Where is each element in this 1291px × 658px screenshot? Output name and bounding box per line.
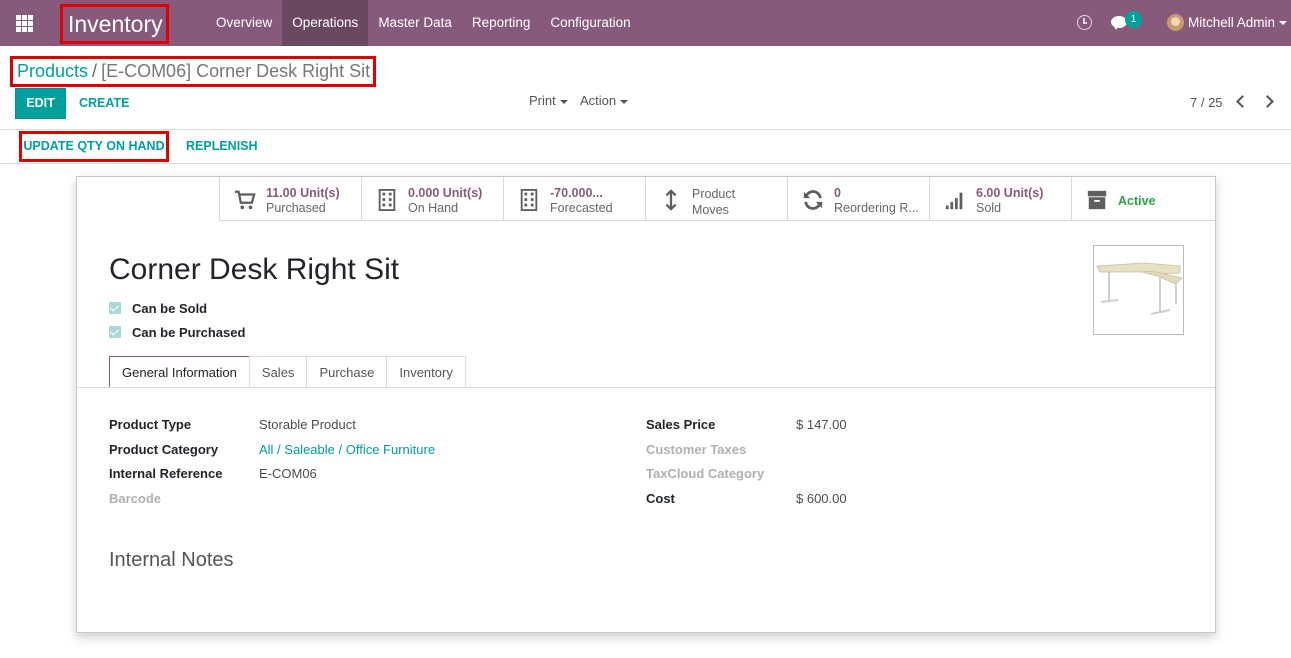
menu-reporting[interactable]: Reporting — [462, 0, 541, 46]
can-be-purchased-label: Can be Purchased — [132, 324, 246, 340]
product-category-label: Product Category — [109, 442, 219, 457]
create-button[interactable]: CREATE — [79, 88, 129, 119]
cost-label: Cost — [646, 491, 675, 506]
menu-operations[interactable]: Operations — [282, 0, 369, 46]
pager-next-icon[interactable] — [1261, 95, 1274, 108]
building-icon — [520, 189, 538, 211]
breadcrumb-current: [E-COM06] Corner Desk Right Sit — [101, 61, 371, 81]
cart-icon — [234, 190, 256, 210]
internal-reference-value[interactable]: E-COM06 — [259, 466, 317, 481]
caret-down-icon — [620, 99, 629, 104]
print-dropdown[interactable]: Print — [529, 92, 568, 109]
product-type-label: Product Type — [109, 417, 192, 432]
product-category-link[interactable]: All / Saleable / Office Furniture — [259, 442, 435, 457]
cost-value[interactable]: $ 600.00 — [796, 491, 847, 506]
main-menu: Overview Operations Master Data Reportin… — [206, 0, 641, 46]
barcode-label: Barcode — [109, 491, 162, 506]
sold-value: 6.00 Unit(s) — [976, 186, 1044, 200]
edit-button[interactable]: EDIT — [15, 88, 66, 119]
product-image[interactable] — [1093, 245, 1184, 335]
on-hand-value: 0.000 Unit(s) — [408, 186, 483, 200]
menu-master-data[interactable]: Master Data — [368, 0, 462, 46]
corner-desk-image — [1096, 262, 1183, 315]
pager-value[interactable]: 7 / 25 — [1190, 95, 1223, 110]
action-dropdown[interactable]: Action — [580, 92, 629, 109]
product-moves-label: Product Moves — [692, 186, 735, 218]
top-navbar: Inventory Overview Operations Master Dat… — [0, 0, 1291, 46]
tab-sales[interactable]: Sales — [248, 356, 308, 388]
active-label: Active — [1118, 194, 1156, 208]
smart-button-box: 11.00 Unit(s) Purchased 0.000 Unit(s) On… — [219, 177, 1216, 221]
building-icon — [378, 189, 396, 211]
breadcrumb-separator: / — [92, 61, 98, 81]
can-be-sold-row: Can be Sold — [109, 299, 207, 317]
breadcrumb: Products / [E-COM06] Corner Desk Right Sit — [10, 56, 376, 87]
menu-configuration[interactable]: Configuration — [540, 0, 640, 46]
divider — [0, 163, 1291, 164]
product-moves-smart-button[interactable]: Product Moves — [645, 177, 787, 220]
can-be-purchased-checkbox[interactable] — [109, 326, 121, 338]
product-type-value[interactable]: Storable Product — [259, 417, 356, 432]
customer-taxes-label: Customer Taxes — [646, 442, 747, 457]
product-moves-line2: Moves — [692, 203, 729, 217]
purchased-label: Purchased — [266, 201, 326, 215]
sold-label: Sold — [976, 201, 1002, 215]
sold-smart-button[interactable]: 6.00 Unit(s) Sold — [929, 177, 1071, 220]
product-moves-line1: Product — [692, 187, 736, 201]
user-name: Mitchell Admin — [1188, 15, 1276, 30]
taxcloud-category-label: TaxCloud Category — [646, 466, 765, 481]
can-be-sold-checkbox[interactable] — [109, 302, 121, 314]
divider — [0, 129, 1291, 130]
pager-previous-icon[interactable] — [1236, 95, 1249, 108]
activity-clock-icon[interactable] — [1077, 15, 1092, 30]
refresh-icon — [803, 190, 823, 210]
forecasted-smart-button[interactable]: -70.000... Forecasted — [503, 177, 645, 220]
replenish-button[interactable]: REPLENISH — [186, 131, 258, 162]
internal-reference-label: Internal Reference — [109, 466, 223, 481]
print-label: Print — [529, 93, 556, 108]
menu-overview[interactable]: Overview — [206, 0, 282, 46]
tab-divider — [77, 387, 1215, 388]
tab-purchase[interactable]: Purchase — [306, 356, 388, 388]
reordering-value: 0 — [834, 186, 841, 200]
user-menu[interactable]: Mitchell Admin — [1188, 0, 1288, 46]
app-name[interactable]: Inventory — [60, 4, 169, 44]
chat-count-badge: 1 — [1125, 11, 1142, 28]
internal-notes-title: Internal Notes — [109, 549, 234, 571]
notebook-tabs: General Information Sales Purchase Inven… — [109, 356, 466, 388]
reordering-label: Reordering R... — [834, 201, 919, 215]
can-be-sold-label: Can be Sold — [132, 300, 208, 316]
tab-general-information[interactable]: General Information — [109, 356, 250, 388]
on-hand-smart-button[interactable]: 0.000 Unit(s) On Hand — [361, 177, 503, 220]
archive-icon — [1087, 190, 1107, 210]
arrows-vertical-icon — [665, 189, 677, 211]
caret-down-icon — [559, 99, 568, 104]
signal-icon — [945, 192, 963, 210]
form-sheet: 11.00 Unit(s) Purchased 0.000 Unit(s) On… — [76, 176, 1216, 633]
active-toggle-button[interactable]: Active — [1071, 177, 1213, 220]
sales-price-label: Sales Price — [646, 417, 716, 432]
action-label: Action — [580, 93, 617, 108]
reordering-rules-smart-button[interactable]: 0 Reordering R... — [787, 177, 929, 220]
tab-inventory[interactable]: Inventory — [386, 356, 466, 388]
apps-grid-icon[interactable] — [16, 15, 33, 32]
caret-down-icon — [1279, 21, 1288, 26]
forecasted-value: -70.000... — [550, 186, 603, 200]
breadcrumb-products[interactable]: Products — [17, 61, 88, 81]
purchased-value: 11.00 Unit(s) — [266, 186, 340, 200]
can-be-purchased-row: Can be Purchased — [109, 323, 245, 341]
user-avatar[interactable] — [1167, 14, 1184, 31]
update-qty-on-hand-button[interactable]: UPDATE QTY ON HAND — [19, 131, 169, 162]
purchased-smart-button[interactable]: 11.00 Unit(s) Purchased — [219, 177, 361, 220]
sales-price-value[interactable]: $ 147.00 — [796, 417, 847, 432]
forecasted-label: Forecasted — [550, 201, 613, 215]
product-name[interactable]: Corner Desk Right Sit — [109, 252, 399, 288]
on-hand-label: On Hand — [408, 201, 459, 215]
